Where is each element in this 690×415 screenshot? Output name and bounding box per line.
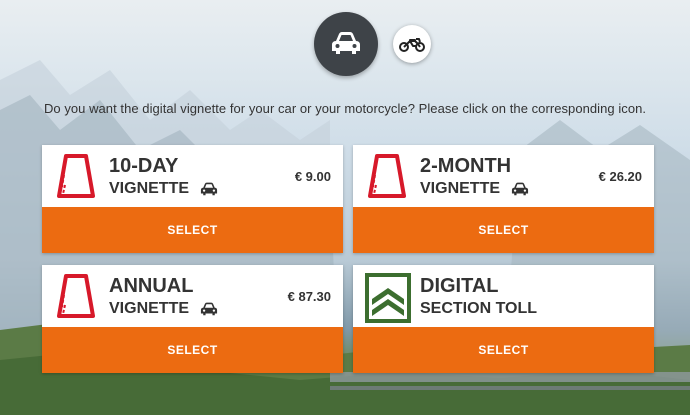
select-button-annual[interactable]: SELECT: [42, 327, 343, 373]
card-price: € 9.00: [294, 169, 331, 184]
car-icon: [200, 302, 218, 315]
card-price: € 87.30: [287, 289, 331, 304]
card-title-line2: VIGNETTE: [420, 180, 530, 198]
card-title-line2-text: SECTION TOLL: [420, 300, 538, 317]
card-title-line1: DIGITAL: [420, 275, 499, 297]
motorcycle-selector-button[interactable]: [393, 25, 431, 63]
card-price: € 26.20: [598, 169, 642, 184]
car-selector-button[interactable]: [314, 12, 378, 76]
car-icon: [200, 182, 218, 195]
card-title-line1: 2-MONTH: [420, 155, 512, 177]
card-title-line2-text: VIGNETTE: [109, 300, 190, 317]
vignette-card-annual: ANNUAL VIGNETTE € 87.30 SELECT: [42, 265, 343, 373]
select-button-2-month[interactable]: SELECT: [353, 207, 654, 253]
car-icon: [332, 32, 360, 54]
vignette-sticker-icon: [57, 154, 95, 198]
card-title-line2-text: VIGNETTE: [420, 180, 501, 197]
card-title-line2: VIGNETTE: [109, 300, 219, 318]
motorcycle-icon: [399, 38, 425, 52]
car-icon: [511, 182, 529, 195]
card-title-line2: VIGNETTE: [109, 180, 219, 198]
vehicle-question-text: Do you want the digital vignette for you…: [43, 101, 647, 116]
select-button-10-day[interactable]: SELECT: [42, 207, 343, 253]
vignette-sticker-icon: [368, 154, 406, 198]
digital-section-toll-card: DIGITAL SECTION TOLL SELECT: [353, 265, 654, 373]
vignette-sticker-icon: [57, 274, 95, 318]
select-button-digital-section-toll[interactable]: SELECT: [353, 327, 654, 373]
vignette-card-2-month: 2-MONTH VIGNETTE € 26.20 SELECT: [353, 145, 654, 253]
card-title-line2-text: VIGNETTE: [109, 180, 190, 197]
section-toll-chevron-icon: [365, 273, 411, 323]
card-title-line2: SECTION TOLL: [420, 300, 537, 318]
card-title-line1: ANNUAL: [109, 275, 194, 297]
card-title-line1: 10-DAY: [109, 155, 179, 177]
vignette-card-10-day: 10-DAY VIGNETTE € 9.00 SELECT: [42, 145, 343, 253]
